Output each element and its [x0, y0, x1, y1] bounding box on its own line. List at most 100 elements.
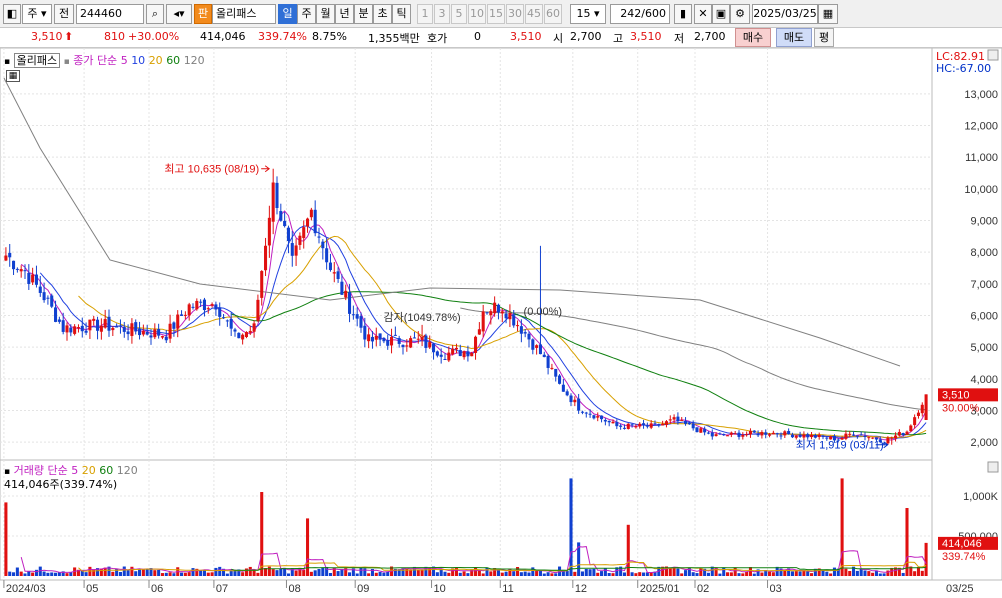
current-vol-pct-label: 339.74%	[942, 551, 986, 563]
candle	[111, 328, 115, 331]
minute-tab-0[interactable]: 1	[417, 4, 433, 24]
sell-button[interactable]: 매도	[776, 28, 812, 47]
candle	[50, 295, 54, 307]
candle	[134, 322, 138, 332]
candlestick-chart[interactable]: 13,000 12,000 11,000 10,000 9,000 8,000 7,000 6…	[0, 47, 1002, 598]
prev-button[interactable]: 전	[54, 4, 74, 24]
candle	[23, 270, 27, 272]
candle	[317, 236, 321, 238]
candle	[401, 344, 405, 348]
y-tick-label: 12,000	[964, 121, 998, 133]
minute-tab-4[interactable]: 15	[487, 4, 505, 24]
volume-bar	[317, 568, 321, 576]
candle	[244, 332, 248, 338]
gear-icon[interactable]: ⚙	[730, 4, 750, 24]
candle	[340, 281, 344, 295]
candle	[336, 271, 340, 279]
save-icon[interactable]: ▣	[712, 4, 730, 24]
volume-bar	[99, 568, 103, 576]
candle	[485, 312, 489, 314]
candle	[405, 345, 409, 347]
volume-bar	[92, 569, 96, 576]
period-tab-3[interactable]: 년	[335, 4, 354, 24]
square-icon: ▪	[4, 57, 11, 67]
crosshair-icon[interactable]: ✕	[694, 4, 712, 24]
candle	[160, 336, 164, 338]
volume-bar	[141, 569, 145, 576]
bar-icon[interactable]: ▮	[674, 4, 692, 24]
candle	[34, 274, 38, 285]
market-select[interactable]: 주 ▾	[22, 4, 52, 24]
candle	[447, 352, 451, 361]
period-tab-6[interactable]: 틱	[392, 4, 411, 24]
candle	[4, 255, 8, 261]
candle	[806, 434, 810, 438]
candle	[202, 299, 206, 311]
volume-bar	[382, 572, 386, 576]
minute-tab-7[interactable]: 60	[544, 4, 562, 24]
minute-tab-3[interactable]: 10	[468, 4, 486, 24]
candle	[653, 423, 657, 425]
candle	[27, 272, 31, 284]
volume-bar	[294, 570, 298, 576]
volume-bar	[267, 566, 271, 576]
stock-name-field[interactable]: 올리패스	[212, 4, 276, 24]
candle	[592, 415, 596, 419]
minute-tab-6[interactable]: 45	[525, 4, 543, 24]
interval-label: 15	[576, 7, 591, 20]
volume-bar	[622, 572, 626, 576]
chart-area[interactable]: 13,000 12,000 11,000 10,000 9,000 8,000 7,000 6…	[0, 47, 1002, 598]
candle	[924, 394, 928, 420]
period-tab-5[interactable]: 초	[373, 4, 392, 24]
volume-bar	[878, 573, 882, 576]
buy-button[interactable]: 매수	[735, 28, 771, 47]
speaker-icon[interactable]: ◂▾	[166, 4, 192, 24]
volume-bar	[718, 573, 722, 576]
volume-bar	[905, 508, 909, 576]
volume-bar	[500, 572, 504, 576]
candle	[107, 316, 111, 331]
low-value: 2,700	[694, 30, 726, 43]
candle	[370, 336, 374, 342]
candle	[397, 338, 401, 344]
candle	[779, 435, 783, 437]
volume-bar	[168, 572, 172, 576]
volume-bar	[790, 571, 794, 576]
period-tab-4[interactable]: 분	[354, 4, 373, 24]
candle	[619, 425, 623, 427]
candle	[886, 437, 890, 444]
candle	[103, 319, 107, 328]
volume-bar	[214, 567, 218, 576]
candle	[768, 434, 772, 436]
volume-bar	[848, 571, 852, 576]
interval-select[interactable]: 15 ▾	[570, 4, 606, 24]
table-icon[interactable]: ▦	[6, 70, 20, 82]
volume-bar	[462, 571, 466, 576]
x-tick-label: 07	[216, 583, 228, 595]
date-field[interactable]: 2025/03/25	[752, 4, 818, 24]
volume-bar	[275, 570, 279, 576]
period-tab-1[interactable]: 주	[297, 4, 316, 24]
volume-bar	[588, 569, 592, 576]
candle	[187, 304, 191, 316]
volume-bar	[638, 572, 642, 576]
minute-tab-1[interactable]: 3	[434, 4, 450, 24]
x-tick-label: 11	[502, 583, 513, 595]
minute-tab-5[interactable]: 30	[506, 4, 524, 24]
window-icon[interactable]: ◧	[3, 4, 21, 24]
candle	[443, 359, 447, 361]
code-input[interactable]: 244460	[76, 4, 144, 24]
search-icon[interactable]: ⌕	[146, 4, 164, 24]
candle	[516, 325, 520, 327]
volume-bar	[111, 571, 115, 576]
count-field[interactable]: 242/600	[610, 4, 670, 24]
candle	[73, 326, 77, 334]
candle	[306, 218, 310, 227]
period-tab-0[interactable]: 일	[278, 4, 297, 24]
avg-button[interactable]: 평	[814, 28, 834, 47]
candle	[695, 427, 699, 433]
minute-tab-2[interactable]: 5	[451, 4, 467, 24]
calendar-icon[interactable]: ▦	[818, 4, 838, 24]
candle	[183, 314, 187, 316]
period-tab-2[interactable]: 월	[316, 4, 335, 24]
